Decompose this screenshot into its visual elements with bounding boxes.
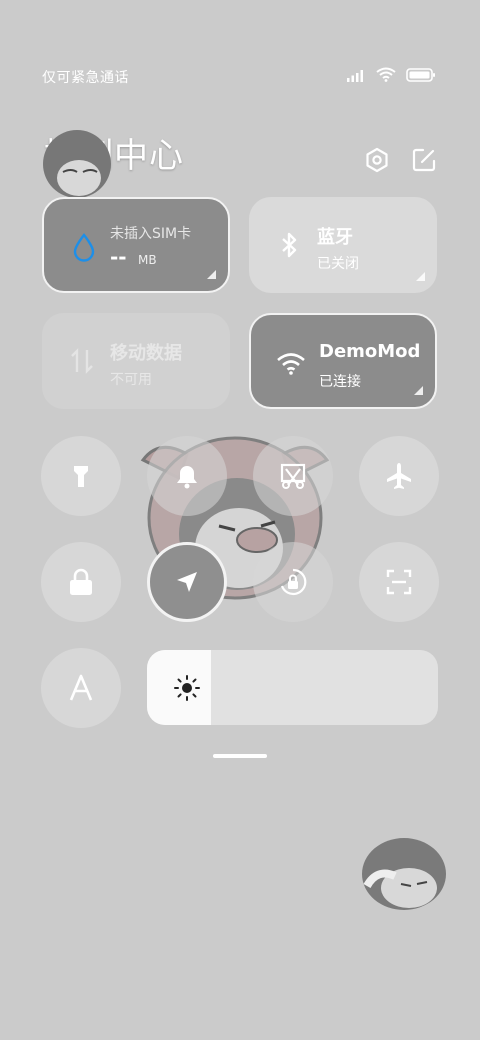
water-drop-icon: [73, 233, 95, 262]
screenshot-toggle[interactable]: [253, 436, 333, 516]
location-arrow-icon: [177, 572, 197, 592]
mobile-data-label: 移动数据: [110, 343, 182, 364]
auto-brightness-toggle[interactable]: [41, 648, 121, 728]
wifi-network-name: DemoMod: [319, 341, 419, 362]
brightness-slider[interactable]: [147, 650, 438, 725]
bluetooth-tile[interactable]: 蓝牙 已关闭: [249, 197, 437, 293]
sticker-image: [43, 130, 111, 198]
lock-icon: [70, 568, 92, 595]
wifi-icon: [277, 353, 305, 375]
wifi-tile[interactable]: DemoMod 已连接: [249, 313, 437, 409]
data-usage-tile[interactable]: 未插入SIM卡 -- MB: [42, 197, 230, 293]
scissors-icon: [280, 463, 306, 489]
edit-icon: [412, 148, 436, 172]
bluetooth-label: 蓝牙: [317, 227, 353, 248]
edit-button[interactable]: [410, 146, 438, 174]
rotation-lock-toggle[interactable]: [253, 542, 333, 622]
bluetooth-status: 已关闭: [317, 256, 359, 272]
scan-icon: [386, 569, 412, 595]
flashlight-toggle[interactable]: [41, 436, 121, 516]
settings-hexagon-icon: [366, 147, 388, 173]
data-arrows-icon: [71, 348, 93, 374]
signal-icon: [347, 69, 363, 82]
flashlight-icon: [74, 466, 88, 487]
data-usage-value: --: [110, 245, 127, 269]
status-icons: [346, 67, 436, 82]
rotation-lock-icon: [280, 568, 307, 596]
mobile-data-status: 不可用: [110, 372, 152, 388]
location-toggle[interactable]: [147, 542, 227, 622]
expand-corner-icon: [207, 270, 216, 279]
bell-icon: [177, 466, 197, 489]
expand-corner-icon: [416, 272, 425, 281]
airplane-icon: [387, 463, 411, 489]
sun-icon: [174, 675, 200, 701]
expand-corner-icon: [414, 386, 423, 395]
scan-toggle[interactable]: [359, 542, 439, 622]
sim-status-label: 未插入SIM卡: [110, 226, 192, 242]
data-usage-unit: MB: [138, 253, 157, 267]
sound-toggle[interactable]: [147, 436, 227, 516]
home-indicator[interactable]: [213, 754, 267, 758]
carrier-status: 仅可紧急通话: [42, 70, 129, 86]
bluetooth-icon: [282, 232, 297, 258]
wifi-icon: [376, 67, 396, 82]
airplane-toggle[interactable]: [359, 436, 439, 516]
wifi-status: 已连接: [319, 374, 361, 390]
lock-screen-toggle[interactable]: [41, 542, 121, 622]
battery-icon: [406, 67, 435, 82]
letter-a-icon: [69, 674, 93, 701]
salute-sticker-image: [362, 838, 446, 910]
settings-button[interactable]: [363, 146, 391, 174]
mobile-data-tile[interactable]: 移动数据 不可用: [42, 313, 230, 409]
